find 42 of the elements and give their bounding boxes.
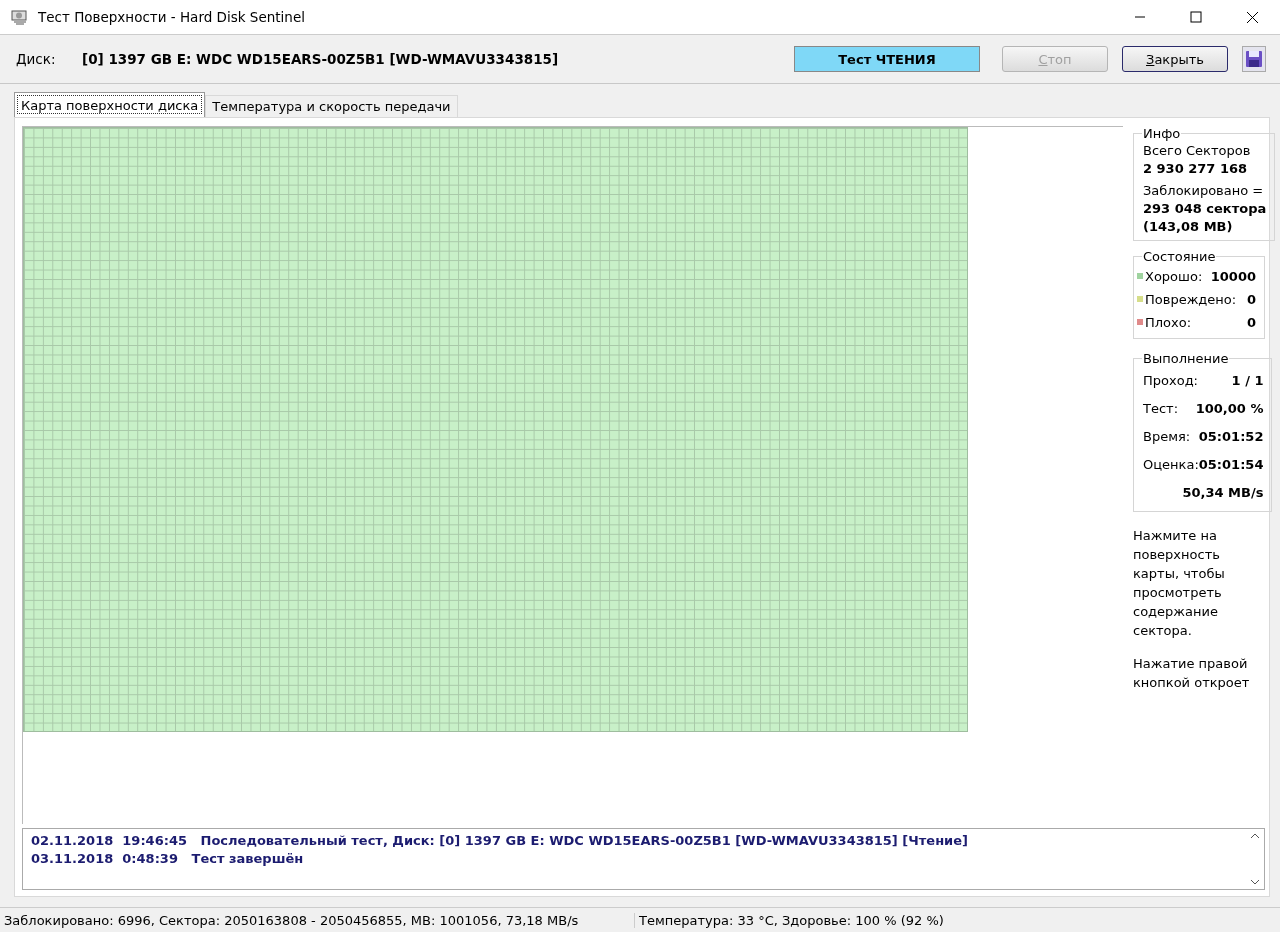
info-value: (143,08 MB) <box>1143 219 1234 234</box>
progress-value: 100,00 % <box>1195 401 1264 416</box>
group-title: Инфо <box>1142 126 1182 141</box>
progress-label: Тест: <box>1143 401 1179 416</box>
progress-value: 05:01:52 <box>1198 429 1264 444</box>
status-text: Температура: 33 °C, Здоровье: 100 % (92 %) <box>638 912 945 928</box>
progress-value: 50,34 MB/s <box>1182 485 1264 500</box>
scroll-up-icon[interactable] <box>1250 833 1260 839</box>
window-title: Тест Поверхности - Hard Disk Sentinel <box>38 9 306 25</box>
state-label: Повреждено: <box>1145 291 1238 307</box>
progress-value: 05:01:54 <box>1198 457 1264 472</box>
disk-label: Диск: <box>16 51 57 67</box>
group-title: Выполнение <box>1142 351 1230 366</box>
state-value: 0 <box>1246 314 1256 330</box>
state-value: 10000 <box>1210 268 1256 284</box>
progress-label: Оценка: <box>1143 457 1199 472</box>
hint-text: Нажмите на поверхность карты, чтобы просмотреть содержание сектора. <box>1133 527 1226 640</box>
disk-drive-icon <box>10 8 30 26</box>
log-entry: 03.11.2018 0:48:39 Тест завершён <box>31 850 305 868</box>
disk-name: [0] 1397 GB E: WDC WD15EARS-00Z5B1 [WD-WMAVU3343815] <box>82 51 560 67</box>
info-label: Заблокировано = <box>1143 183 1265 198</box>
tab[interactable]: Карта поверхности диска <box>14 92 206 117</box>
progress-label: Время: <box>1143 429 1191 444</box>
status-text: Заблокировано: 6996, Сектора: 2050163808 - 2050456855, MB: 1001056, 73,18 MB/s <box>0 912 635 928</box>
state-label: Плохо: <box>1145 314 1193 330</box>
tab[interactable]: Температура и скорость передачи <box>205 95 458 117</box>
test-mode-indicator: Тест ЧТЕНИЯ <box>794 46 980 72</box>
progress-label: Проход: <box>1143 373 1198 388</box>
scroll-down-icon[interactable] <box>1250 879 1260 885</box>
progress-value: 1 / 1 <box>1231 373 1264 388</box>
maximize-icon[interactable] <box>1190 11 1202 23</box>
info-value: 293 048 сектора <box>1143 201 1267 216</box>
close-icon[interactable] <box>1245 10 1259 24</box>
info-label: Всего Секторов <box>1143 143 1252 158</box>
close-dialog-button[interactable]: Закрыть <box>1122 46 1228 72</box>
info-value: 2 930 277 168 <box>1143 161 1249 176</box>
hint-text: Нажатие правой кнопкой откроет <box>1133 655 1251 692</box>
state-value: 0 <box>1246 291 1256 307</box>
state-label: Хорошо: <box>1145 268 1204 284</box>
save-button[interactable] <box>1242 46 1266 72</box>
group-title: Состояние <box>1142 249 1217 264</box>
log-entry: 02.11.2018 19:46:45 Последовательный тест, Диск: [0] 1397 GB E: WDC WD15EARS-00Z5B1 [WD-WMAVU3343815] [Чтение] <box>31 832 969 850</box>
